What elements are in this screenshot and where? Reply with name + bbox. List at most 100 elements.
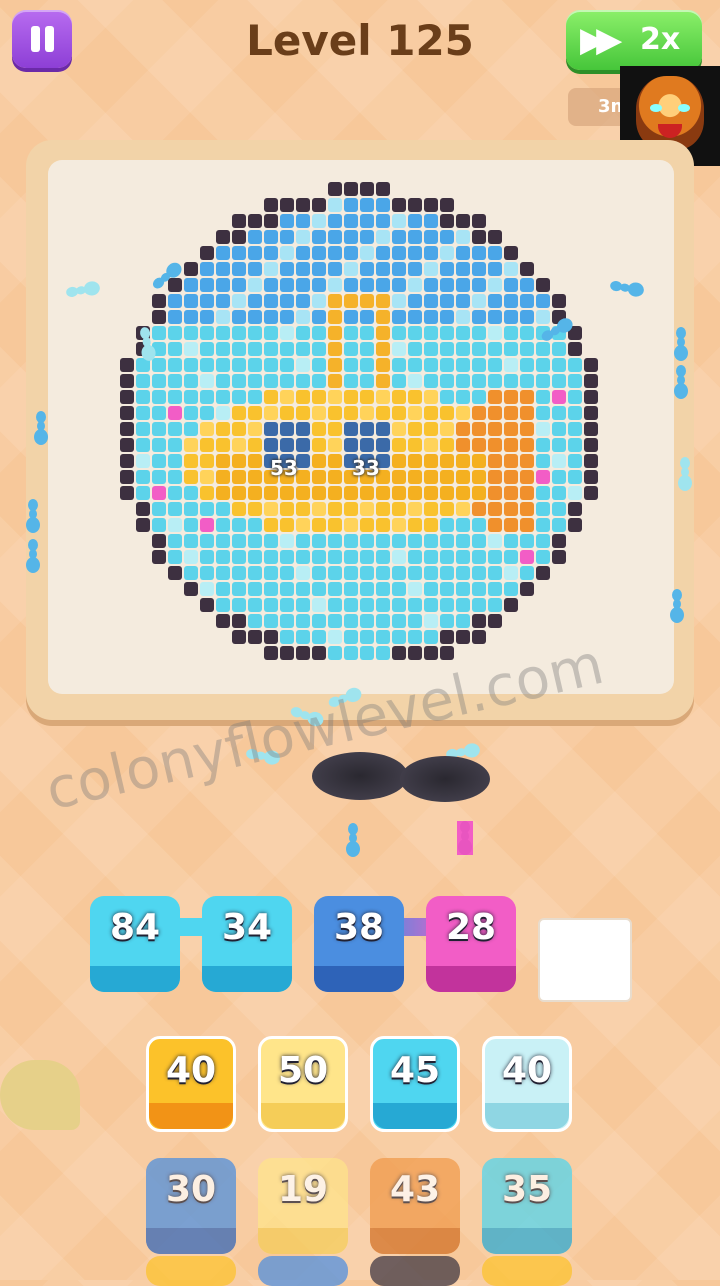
- pixel-block: [344, 390, 358, 404]
- pixel-block: [216, 294, 230, 308]
- pixel-block: [264, 358, 278, 372]
- pixel-block: [424, 326, 438, 340]
- pixel-block: [440, 374, 454, 388]
- pixel-block: [216, 358, 230, 372]
- grid-tile[interactable]: 30: [146, 1158, 236, 1254]
- pixel-block: [312, 486, 326, 500]
- grid-tile[interactable]: 45: [370, 1036, 460, 1132]
- pixel-block: [136, 422, 150, 436]
- pixel-block: [296, 198, 310, 212]
- pixel-block: [232, 502, 246, 516]
- pixel-block: [456, 326, 470, 340]
- pixel-block: [296, 438, 310, 452]
- colony-hole[interactable]: [400, 756, 490, 802]
- pixel-block: [280, 230, 294, 244]
- pixel-block: [456, 214, 470, 228]
- pixel-block: [536, 422, 550, 436]
- pixel-block: [200, 486, 214, 500]
- pixel-block: [424, 646, 438, 660]
- pixel-block: [296, 470, 310, 484]
- pixel-block: [312, 262, 326, 276]
- grid-tile[interactable]: 35: [482, 1158, 572, 1254]
- ant-icon: [345, 823, 361, 857]
- pixel-block: [328, 390, 342, 404]
- pixel-block: [328, 214, 342, 228]
- pixel-block: [488, 470, 502, 484]
- queue-tile[interactable]: 84: [90, 896, 180, 992]
- pixel-block: [552, 294, 566, 308]
- pixel-block: [552, 470, 566, 484]
- pixel-block: [168, 486, 182, 500]
- pixel-block: [568, 342, 582, 356]
- pixel-block: [584, 470, 598, 484]
- grid-tile-partial[interactable]: [482, 1256, 572, 1286]
- pixel-block: [232, 470, 246, 484]
- pixel-block: [424, 630, 438, 644]
- pixel-block: [456, 470, 470, 484]
- pixel-block: [392, 390, 406, 404]
- pixel-block: [440, 422, 454, 436]
- pixel-block: [296, 502, 310, 516]
- pixel-block: [408, 230, 422, 244]
- pixel-block: [376, 310, 390, 324]
- pixel-block: [296, 406, 310, 420]
- pixel-block: [376, 438, 390, 452]
- pixel-block: [392, 470, 406, 484]
- pixel-block: [312, 598, 326, 612]
- pixel-block: [456, 342, 470, 356]
- pixel-block: [456, 278, 470, 292]
- pixel-block: [328, 310, 342, 324]
- pixel-block: [424, 374, 438, 388]
- pixel-block: [232, 326, 246, 340]
- pixel-block: [552, 406, 566, 420]
- pixel-block: [408, 246, 422, 260]
- pixel-block: [216, 438, 230, 452]
- pixel-block: [248, 630, 262, 644]
- pixel-block: [184, 422, 198, 436]
- queue-tile[interactable]: 34: [202, 896, 292, 992]
- pixel-block: [504, 582, 518, 596]
- grid-tile-partial[interactable]: [146, 1256, 236, 1286]
- pixel-block: [504, 470, 518, 484]
- pixel-block: [552, 518, 566, 532]
- pixel-block: [392, 614, 406, 628]
- queue-tile[interactable]: 28: [426, 896, 516, 992]
- pixel-block: [168, 518, 182, 532]
- grid-tile-partial[interactable]: [370, 1256, 460, 1286]
- pixel-block: [392, 582, 406, 596]
- speed-button[interactable]: ▶▶ 2x: [566, 10, 702, 70]
- pixel-block: [392, 598, 406, 612]
- pixel-block: [136, 406, 150, 420]
- queue-tile[interactable]: 38: [314, 896, 404, 992]
- pixel-block: [504, 294, 518, 308]
- pixel-block: [456, 374, 470, 388]
- pixel-block: [184, 342, 198, 356]
- pixel-block: [264, 422, 278, 436]
- pixel-block: [328, 358, 342, 372]
- pixel-block: [392, 246, 406, 260]
- pixel-block: [216, 582, 230, 596]
- pixel-block: [216, 390, 230, 404]
- pixel-block: [280, 486, 294, 500]
- grid-tile[interactable]: 50: [258, 1036, 348, 1132]
- grid-tile[interactable]: 19: [258, 1158, 348, 1254]
- pixel-block: [408, 310, 422, 324]
- pixel-block: [424, 262, 438, 276]
- pixel-block: [328, 454, 342, 468]
- pixel-block: [536, 502, 550, 516]
- pixel-block: [248, 278, 262, 292]
- grid-tile[interactable]: 40: [146, 1036, 236, 1132]
- pixel-block: [280, 198, 294, 212]
- grid-tile[interactable]: 40: [482, 1036, 572, 1132]
- pixel-block: [504, 454, 518, 468]
- grid-tile[interactable]: 43: [370, 1158, 460, 1254]
- pixel-block: [312, 614, 326, 628]
- pixel-block: [568, 374, 582, 388]
- pixel-block: [168, 454, 182, 468]
- pixel-block: [328, 438, 342, 452]
- pixel-block: [200, 246, 214, 260]
- pixel-block: [184, 486, 198, 500]
- tiger-eye: [650, 104, 662, 112]
- pixel-block: [424, 582, 438, 596]
- grid-tile-partial[interactable]: [258, 1256, 348, 1286]
